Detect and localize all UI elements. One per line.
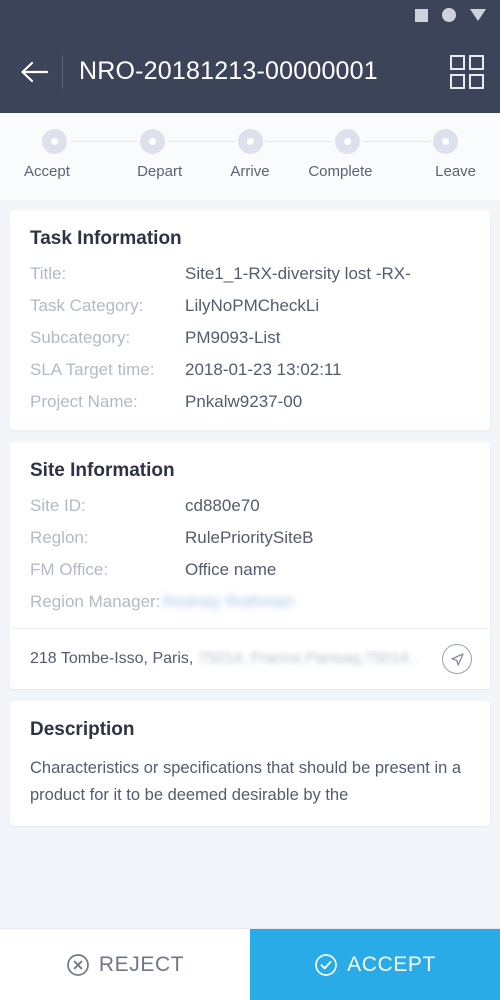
task-row-sla-target-time: SLA Target time: 2018-01-23 13:02:11	[30, 360, 470, 380]
task-row-project-name: Project Name: Pnkalw9237-00	[30, 392, 470, 412]
row-label: FM Office:	[30, 560, 109, 579]
circle-x-icon	[66, 953, 90, 977]
task-row-category: Task Category: LilyNoPMCheckLi	[30, 296, 470, 316]
step-node-arrive[interactable]	[237, 129, 263, 154]
status-bar	[0, 0, 500, 30]
row-label: Project Name:	[30, 392, 138, 411]
address-visible-part: 218 Tombe-Isso, Paris,	[30, 650, 194, 667]
grid-menu-icon[interactable]	[450, 54, 484, 89]
back-arrow-icon[interactable]	[18, 55, 52, 89]
triangle-down-icon	[470, 9, 486, 21]
row-value: RulePrioritySiteB	[185, 528, 314, 547]
row-label: SLA Target time:	[30, 360, 155, 379]
step-label-complete[interactable]: Complete	[295, 163, 385, 180]
grid-cell	[450, 73, 465, 89]
row-label: Reglon:	[30, 528, 89, 547]
navigate-arrow-icon[interactable]	[442, 644, 472, 674]
grid-cell	[469, 73, 484, 89]
stepper-labels: Accept Depart Arrive Complete Leave	[22, 163, 478, 180]
circle-check-icon	[314, 953, 338, 977]
site-row-region: Reglon: RulePrioritySiteB	[30, 528, 470, 548]
progress-stepper: Accept Depart Arrive Complete Leave	[0, 113, 500, 200]
step-node-leave[interactable]	[433, 129, 458, 154]
row-value: PM9093-List	[185, 328, 281, 347]
row-value: 2018-01-23 13:02:11	[185, 360, 342, 379]
row-label: Subcategory:	[30, 328, 131, 347]
site-row-site-id: Site ID: cd880e70	[30, 496, 470, 516]
step-label-accept[interactable]: Accept	[22, 163, 114, 180]
row-value: Site1_1-RX-diversity lost -RX-	[185, 264, 411, 283]
step-label-arrive[interactable]: Arrive	[205, 163, 295, 180]
accept-label: ACCEPT	[347, 952, 436, 976]
accept-button[interactable]: ACCEPT	[250, 929, 500, 1000]
row-label: Region Manager:	[30, 592, 161, 611]
page-title: NRO-20181213-00000001	[79, 57, 378, 85]
site-row-region-manager: Region Manager: Rodney Rothman	[30, 592, 470, 612]
app-bar: NRO-20181213-00000001	[0, 30, 500, 113]
stepper-track	[22, 129, 478, 154]
site-row-fm-office: FM Office: Office name	[30, 560, 470, 580]
row-value: cd880e70	[185, 496, 260, 515]
step-connector	[70, 140, 137, 143]
row-label: Title:	[30, 264, 67, 283]
square-icon	[415, 8, 428, 22]
row-value: Office name	[185, 560, 277, 579]
row-value: Pnkalw9237-00	[185, 392, 303, 411]
reject-label: REJECT	[98, 952, 185, 976]
grid-cell	[450, 54, 465, 70]
step-connector	[363, 140, 430, 143]
action-bar: REJECT ACCEPT	[0, 928, 500, 1000]
grid-cell	[469, 54, 484, 70]
reject-button[interactable]: REJECT	[0, 929, 250, 1000]
step-label-leave[interactable]: Leave	[386, 163, 478, 180]
step-node-complete[interactable]	[335, 129, 361, 154]
task-information-card: Task Information Title: Site1_1-RX-diver…	[10, 210, 490, 430]
task-information-title: Task Information	[30, 228, 182, 249]
description-body: Characteristics or specifications that s…	[30, 759, 462, 804]
row-label: Task Category:	[30, 296, 144, 315]
region-manager-value-redacted: Rodney Rothman	[162, 592, 295, 611]
step-node-accept[interactable]	[42, 129, 67, 154]
address-redacted-part: 75014, France,Parisaq,75014..	[197, 650, 418, 667]
detail-scroll-area[interactable]: Task Information Title: Site1_1-RX-diver…	[0, 200, 500, 928]
appbar-divider	[62, 54, 63, 89]
site-address-row[interactable]: 218 Tombe-Isso, Paris, 75014, France,Par…	[10, 629, 490, 689]
task-row-subcategory: Subcategory: PM9093-List	[30, 328, 470, 348]
circle-icon	[442, 8, 456, 22]
description-title: Description	[30, 719, 135, 740]
site-information-card: Site Information Site ID: cd880e70 Reglo…	[10, 442, 490, 689]
row-value: LilyNoPMCheckLi	[185, 296, 320, 315]
description-card: Description Characteristics or specifica…	[10, 701, 490, 827]
step-connector	[265, 140, 333, 143]
step-label-depart[interactable]: Depart	[114, 163, 204, 180]
task-row-title: Title: Site1_1-RX-diversity lost -RX-	[30, 264, 470, 284]
site-information-title: Site Information	[30, 460, 175, 481]
site-address-text: 218 Tombe-Isso, Paris, 75014, France,Par…	[30, 650, 432, 668]
step-connector	[167, 140, 235, 143]
row-label: Site ID:	[30, 496, 86, 515]
step-node-depart[interactable]	[139, 129, 165, 154]
